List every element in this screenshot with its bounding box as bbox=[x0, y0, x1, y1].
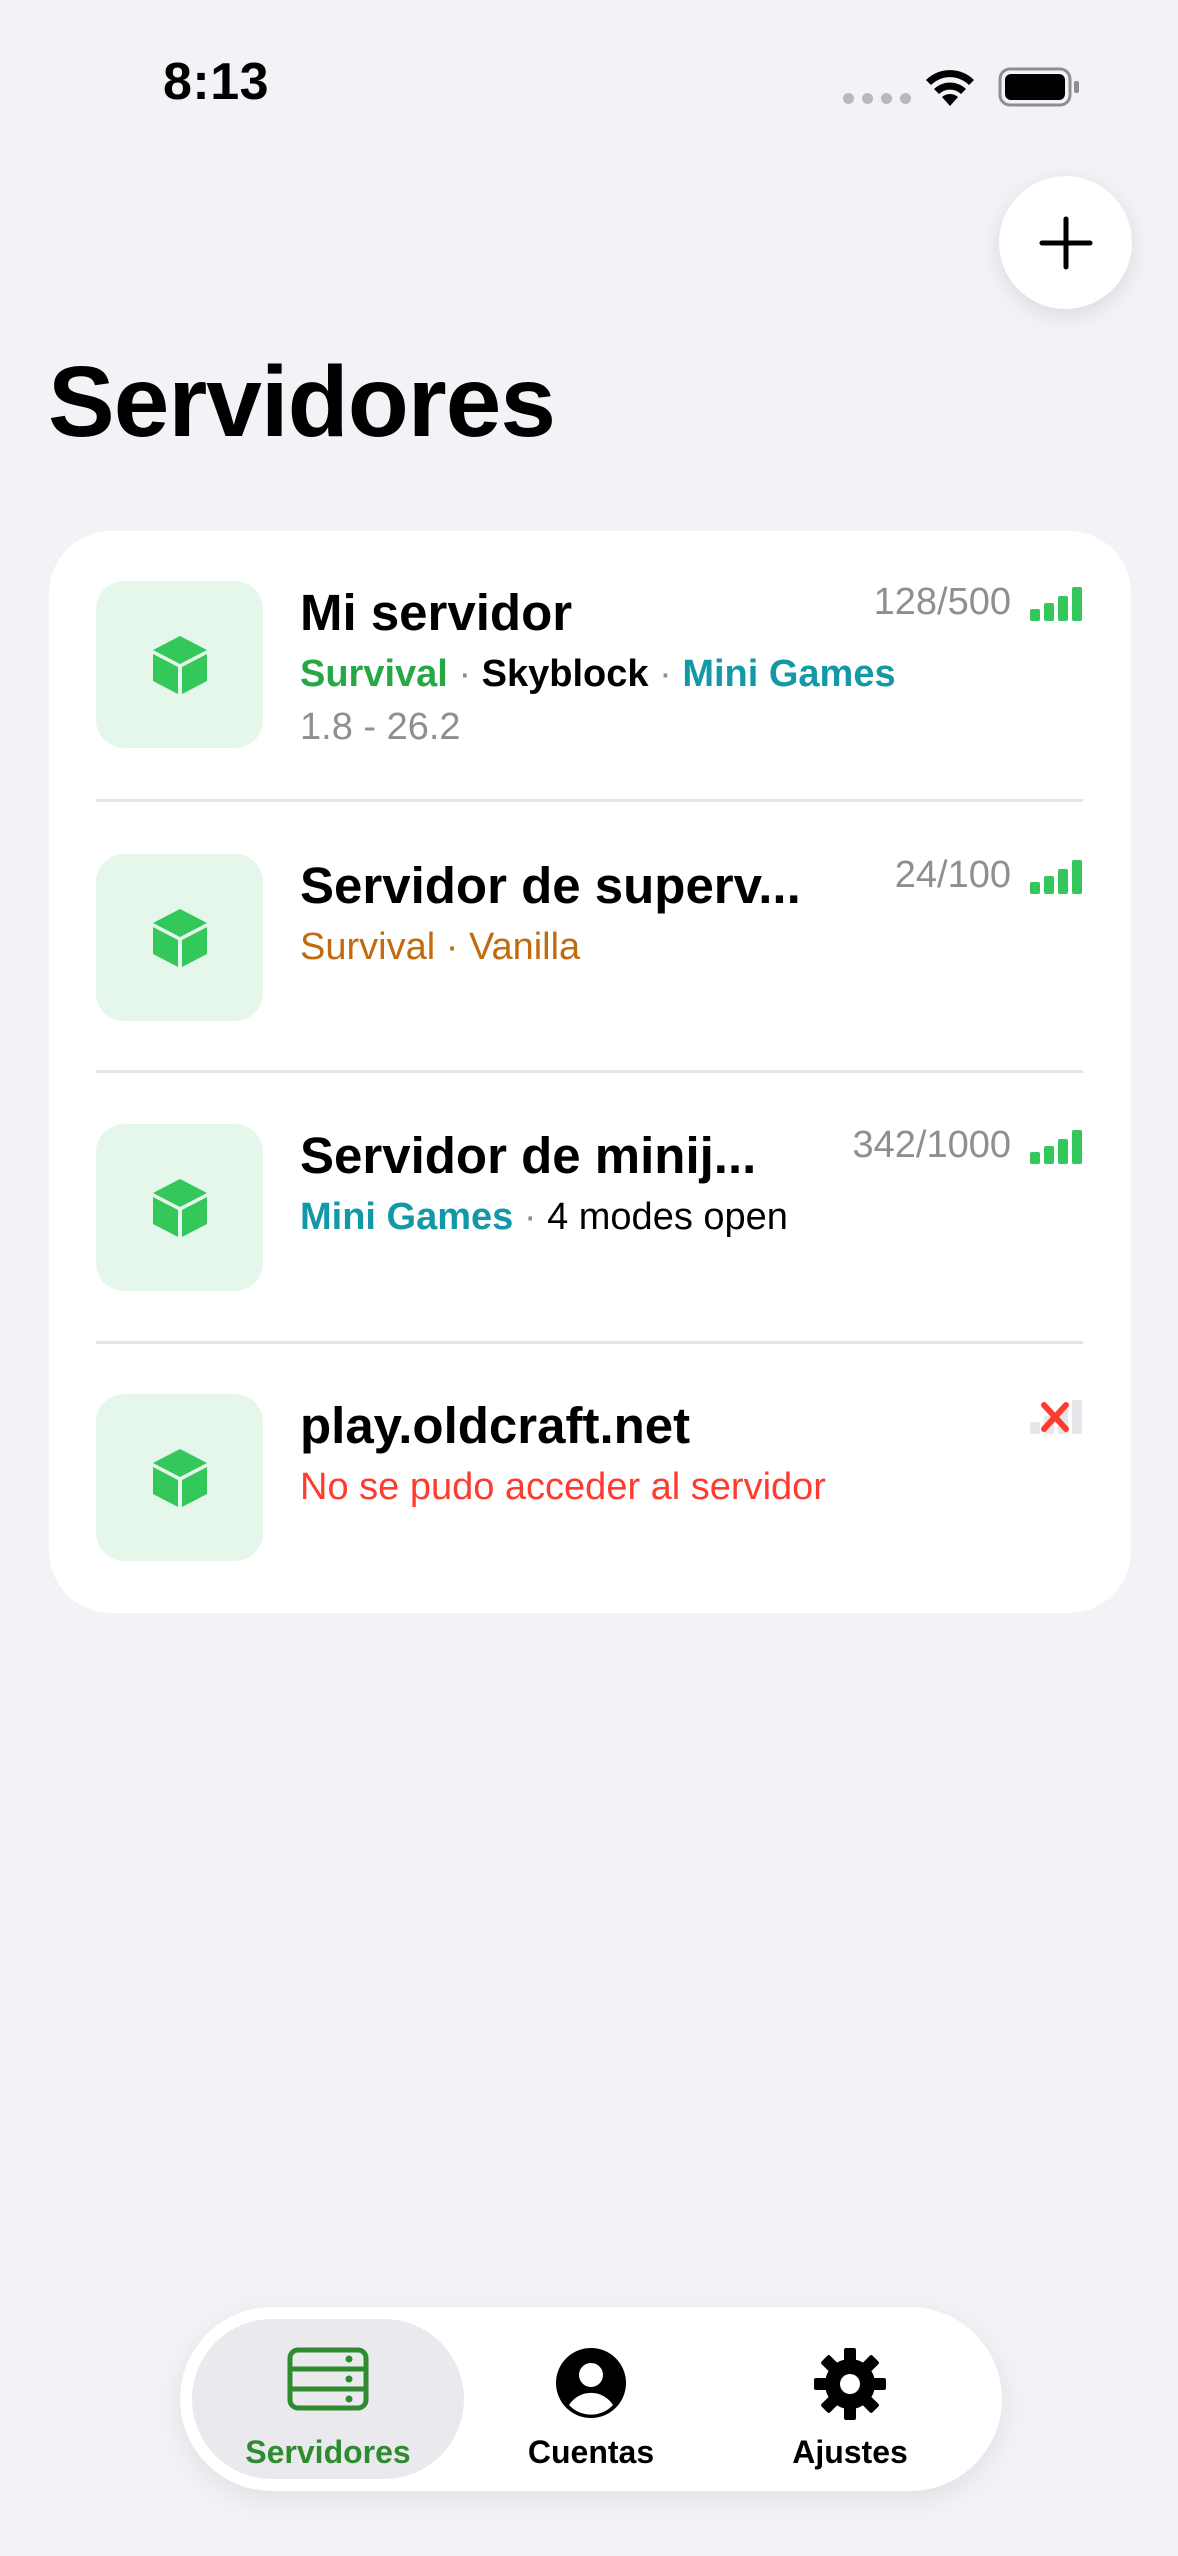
signal-bars-icon bbox=[1030, 860, 1082, 894]
tag: 4 modes open bbox=[547, 1196, 788, 1238]
tab-accounts[interactable]: Cuentas bbox=[455, 2319, 727, 2479]
cellular-signal-icon bbox=[843, 93, 911, 104]
server-list: Mi servidor 128/500 Survival · Skyblock … bbox=[49, 531, 1131, 1613]
server-name: Mi servidor bbox=[300, 584, 573, 641]
tag: Survival bbox=[300, 653, 448, 695]
status-bar: 8:13 bbox=[0, 0, 1178, 170]
server-row-oldcraft[interactable]: play.oldcraft.net No se pudo acceder al … bbox=[49, 1344, 1131, 1613]
tab-settings[interactable]: Ajustes bbox=[714, 2319, 986, 2479]
page-title: Servidores bbox=[48, 346, 556, 458]
tag: Mini Games bbox=[300, 1196, 514, 1238]
add-server-button[interactable] bbox=[999, 176, 1132, 309]
server-row-supervivencia[interactable]: Servidor de superv... 24/100 Survival · … bbox=[49, 802, 1131, 1072]
server-row-mi-servidor[interactable]: Mi servidor 128/500 Survival · Skyblock … bbox=[49, 531, 1131, 801]
tag: Skyblock bbox=[481, 653, 649, 695]
offline-signal-icon bbox=[1030, 1400, 1082, 1434]
tab-label: Cuentas bbox=[527, 2434, 655, 2470]
status-time: 8:13 bbox=[163, 53, 270, 111]
server-tags: Survival · Vanilla bbox=[300, 926, 581, 968]
cube-icon bbox=[152, 1448, 207, 1507]
cube-icon bbox=[152, 908, 207, 967]
cube-icon bbox=[152, 1178, 207, 1237]
server-row-minijuegos[interactable]: Servidor de minij... 342/1000 Mini Games… bbox=[49, 1073, 1131, 1343]
server-icon bbox=[96, 1394, 263, 1561]
server-rack-icon bbox=[287, 2347, 369, 2411]
server-tags: Mini Games · 4 modes open bbox=[300, 1196, 788, 1238]
wifi-icon bbox=[926, 70, 974, 106]
server-tags: Survival · Skyblock · Mini Games bbox=[300, 653, 896, 695]
server-name: Servidor de minij... bbox=[300, 1127, 757, 1184]
server-version: 1.8 - 26.2 bbox=[300, 706, 461, 748]
player-count: 128/500 bbox=[873, 581, 1011, 623]
server-icon bbox=[96, 581, 263, 748]
player-count: 342/1000 bbox=[852, 1124, 1012, 1166]
battery-icon bbox=[998, 67, 1079, 107]
tag: Vanilla bbox=[468, 926, 581, 968]
person-circle-icon bbox=[556, 2348, 626, 2418]
signal-bars-icon bbox=[1030, 587, 1082, 621]
tab-bar: Servidores Cuentas Ajustes bbox=[180, 2307, 1002, 2491]
server-name: Servidor de superv... bbox=[300, 857, 801, 914]
gear-icon bbox=[814, 2348, 886, 2420]
signal-bars-icon bbox=[1030, 1130, 1082, 1164]
tag: Survival bbox=[300, 926, 436, 968]
cube-icon bbox=[152, 635, 207, 694]
tab-label: Ajustes bbox=[792, 2434, 908, 2470]
plus-icon bbox=[1039, 216, 1092, 269]
tab-label: Servidores bbox=[245, 2434, 411, 2470]
server-name: play.oldcraft.net bbox=[300, 1397, 691, 1454]
server-icon bbox=[96, 1124, 263, 1291]
tab-servers[interactable]: Servidores bbox=[192, 2319, 464, 2479]
tag: Mini Games bbox=[682, 653, 896, 695]
server-error: No se pudo acceder al servidor bbox=[300, 1466, 826, 1508]
player-count: 24/100 bbox=[894, 854, 1011, 896]
server-icon bbox=[96, 854, 263, 1021]
